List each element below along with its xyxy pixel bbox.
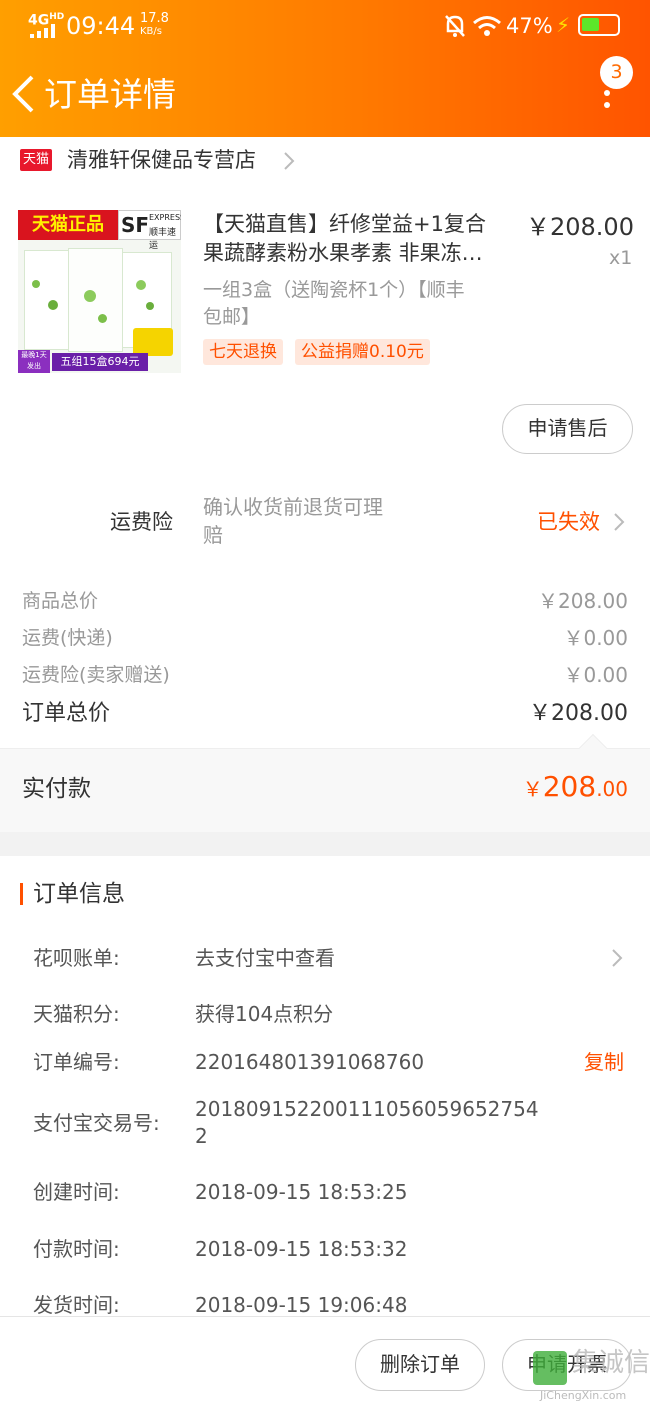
gift-cup [133, 328, 173, 356]
chevron-right-icon [284, 152, 295, 170]
alipay-label: 支付宝交易号: [33, 1111, 160, 1135]
product-price: ￥208.00 [526, 213, 634, 241]
summary-label: 运费险(卖家赠送) [22, 664, 170, 686]
product-quantity: x1 [609, 247, 633, 269]
paid-value: ￥208.00 [522, 770, 628, 803]
summary-label: 运费(快递) [22, 627, 113, 649]
order-info-section: 订单信息 花呗账单: 去支付宝中查看 天猫积分: 获得104点积分 订单编号: … [0, 856, 650, 1317]
huabei-value: 去支付宝中查看 [195, 946, 335, 970]
product-image[interactable]: 天猫正品 SF EXPRESS 顺丰速运 最晚1天发出 五组15盒694元 [18, 210, 181, 373]
summary-value: ￥0.00 [563, 626, 628, 650]
status-time: 09:44 [66, 12, 136, 40]
shipped-label: 发货时间: [33, 1293, 120, 1317]
paid-time-label: 付款时间: [33, 1237, 120, 1261]
paid-label: 实付款 [22, 776, 91, 802]
more-menu-icon[interactable] [600, 88, 614, 112]
watermark-url: JiChengXin.com [540, 1389, 627, 1402]
image-tag: 最晚1天发出 [18, 350, 50, 373]
app-header: 4GHD 09:44 17.8 KB/s 47% ⚡ 订单详情 3 [0, 0, 650, 137]
paid-amount-row: 实付款 ￥208.00 [0, 733, 650, 832]
chevron-right-icon [612, 949, 623, 967]
signal-icon [30, 24, 55, 38]
created-value: 2018-09-15 18:53:25 [195, 1180, 408, 1204]
back-arrow-icon[interactable] [10, 74, 38, 114]
watermark-logo [533, 1351, 567, 1385]
shop-name: 清雅轩保健品专营店 [67, 148, 256, 172]
charity-tag: 公益捐赠0.10元 [295, 339, 430, 365]
insurance-status: 已失效 [537, 510, 600, 534]
huabei-label: 花呗账单: [33, 946, 120, 970]
footer-action-bar: 删除订单 申请开票 集诚信 JiChengXin.com [0, 1316, 650, 1408]
return-policy-tag: 七天退换 [203, 339, 283, 365]
points-label: 天猫积分: [33, 1002, 120, 1026]
message-count-badge: 3 [600, 56, 633, 89]
order-total-value: ￥208.00 [529, 701, 628, 726]
page-title: 订单详情 [44, 75, 176, 114]
after-sale-button[interactable]: 申请售后 [502, 404, 633, 454]
summary-value: ￥0.00 [563, 663, 628, 687]
points-value: 获得104点积分 [195, 1002, 334, 1026]
battery-percent: 47% [506, 14, 553, 38]
image-promo: 五组15盒694元 [52, 353, 148, 371]
summary-label: 商品总价 [22, 590, 99, 612]
order-detail-screen: 4GHD 09:44 17.8 KB/s 47% ⚡ 订单详情 3 天猫 清雅轩保… [0, 0, 650, 1408]
insurance-label: 运费险 [110, 510, 173, 534]
order-total-label: 订单总价 [22, 701, 111, 726]
battery-icon [578, 14, 620, 36]
order-no-value: 220164801391068760 [195, 1050, 425, 1074]
alipay-value: 201809152200111056059652754 2 [195, 1097, 539, 1148]
delete-order-button[interactable]: 删除订单 [355, 1339, 485, 1391]
insurance-desc: 确认收货前退货可理 赔 [203, 495, 383, 547]
shipped-value: 2018-09-15 19:06:48 [195, 1293, 408, 1317]
product-spec: 一组3盒（送陶瓷杯1个）【顺丰 包邮】 [203, 279, 465, 328]
shipping-insurance-row[interactable]: 运费险 确认收货前退货可理 赔 已失效 [0, 490, 650, 554]
sf-logo: SF EXPRESS 顺丰速运 [118, 210, 181, 251]
section-accent-bar [20, 883, 23, 905]
image-banner: 天猫正品 [18, 210, 118, 240]
huabei-row[interactable]: 花呗账单: 去支付宝中查看 [0, 938, 650, 978]
price-summary: 商品总价 ￥208.00 运费(快递) ￥0.00 运费险(卖家赠送) ￥0.0… [0, 585, 650, 745]
product-title[interactable]: 【天猫直售】纤修堂益+1复合 果蔬酵素粉水果孝素 非果冻… [203, 210, 519, 268]
chevron-right-icon [614, 513, 625, 531]
watermark-text: 集诚信 [572, 1348, 650, 1378]
copy-button[interactable]: 复制 [584, 1048, 624, 1076]
product-box [68, 248, 123, 352]
wifi-icon [473, 16, 501, 36]
order-no-label: 订单编号: [33, 1050, 120, 1074]
charging-icon: ⚡ [556, 13, 571, 37]
order-info-title: 订单信息 [33, 881, 125, 907]
summary-value: ￥208.00 [538, 589, 628, 613]
tmall-tag: 天猫 [20, 149, 52, 171]
section-divider [0, 832, 650, 856]
network-speed: 17.8 KB/s [140, 11, 169, 37]
mute-bell-icon [445, 15, 465, 37]
paid-time-value: 2018-09-15 18:53:32 [195, 1237, 408, 1261]
shop-row[interactable]: 天猫 清雅轩保健品专营店 [0, 137, 650, 185]
created-label: 创建时间: [33, 1180, 120, 1204]
